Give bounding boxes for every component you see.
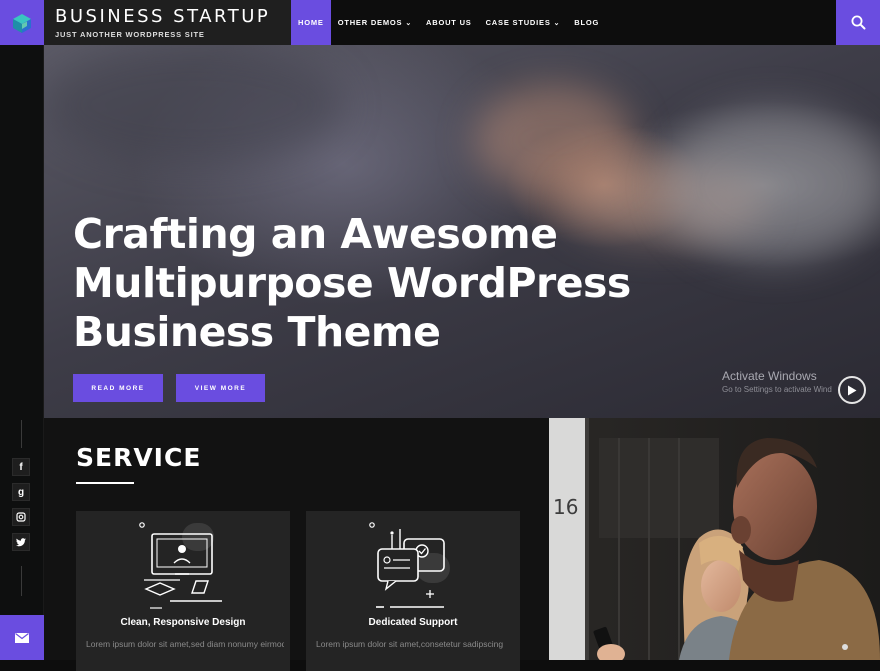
- nav-item-blog[interactable]: BLOG: [567, 0, 606, 45]
- facebook-icon[interactable]: f: [12, 458, 30, 476]
- rail-divider-bottom: [21, 566, 22, 596]
- brand-block[interactable]: BUSINESS STARTUP JUST ANOTHER WORDPRESS …: [44, 0, 291, 45]
- service-card[interactable]: Clean, Responsive Design Lorem ipsum dol…: [76, 511, 290, 671]
- hero-title: Crafting an Awesome Multipurpose WordPre…: [73, 210, 633, 357]
- service-heading: SERVICE: [76, 443, 202, 472]
- view-more-button[interactable]: VIEW MORE: [176, 374, 265, 402]
- left-rail: f g: [0, 0, 44, 660]
- google-plus-icon[interactable]: g: [12, 483, 30, 501]
- hero-title-line: Multipurpose WordPress: [73, 259, 631, 307]
- team-photo: 16: [549, 418, 880, 660]
- heading-underline: [76, 482, 134, 484]
- search-button[interactable]: [836, 0, 880, 45]
- service-card-title: Clean, Responsive Design: [120, 617, 246, 628]
- read-more-button[interactable]: READ MORE: [73, 374, 163, 402]
- mail-button[interactable]: [0, 615, 44, 660]
- chevron-down-icon: ⌄: [405, 19, 413, 27]
- svg-text:16: 16: [553, 495, 578, 519]
- hero-title-line: Crafting an Awesome: [73, 210, 558, 258]
- service-card-text: Lorem ipsum dolor sit amet,consetetur sa…: [316, 639, 504, 649]
- rail-divider-top: [21, 420, 22, 448]
- nav-item-case-studies[interactable]: CASE STUDIES ⌄: [479, 0, 568, 45]
- hero-title-line: Business Theme: [73, 308, 441, 356]
- nav-item-label: HOME: [298, 18, 324, 27]
- nav-item-other-demos[interactable]: OTHER DEMOS ⌄: [331, 0, 419, 45]
- service-card-text: Lorem ipsum dolor sit amet,sed diam nonu…: [86, 639, 284, 649]
- twitter-glyph: [16, 537, 26, 546]
- nav-item-label: CASE STUDIES: [485, 18, 551, 27]
- chat-support-icon: [369, 522, 450, 608]
- twitter-icon[interactable]: [12, 533, 30, 551]
- monitor-icon: [139, 522, 222, 609]
- hero-background-blur: [664, 105, 880, 265]
- nav-item-home[interactable]: HOME: [291, 0, 331, 45]
- site-header: BUSINESS STARTUP JUST ANOTHER WORDPRESS …: [44, 0, 880, 45]
- site-title[interactable]: BUSINESS STARTUP: [55, 6, 291, 27]
- main-nav: HOME OTHER DEMOS ⌄ ABOUT US CASE STUDIES ⌄…: [291, 0, 606, 45]
- instagram-icon[interactable]: [12, 508, 30, 526]
- site-tagline: JUST ANOTHER WORDPRESS SITE: [55, 30, 205, 39]
- play-icon: [848, 385, 857, 395]
- instagram-glyph: [16, 512, 26, 522]
- service-card[interactable]: Dedicated Support Lorem ipsum dolor sit …: [306, 511, 520, 671]
- logo[interactable]: [0, 0, 44, 45]
- team-photo-illustration: 16: [549, 418, 880, 660]
- search-icon: [851, 15, 865, 30]
- nav-item-label: OTHER DEMOS: [337, 18, 403, 27]
- service-card-title: Dedicated Support: [368, 617, 458, 628]
- activate-windows-subtitle: Go to Settings to activate Wind: [722, 385, 832, 394]
- hero-background-blur: [44, 45, 344, 165]
- play-video-button[interactable]: [838, 376, 866, 404]
- hero-banner: Crafting an Awesome Multipurpose WordPre…: [44, 45, 880, 418]
- mail-icon: [15, 632, 29, 643]
- chevron-down-icon: ⌄: [553, 19, 561, 27]
- nav-item-label: ABOUT US: [426, 18, 472, 27]
- service-section: SERVICE Clean, Responsive Design Lorem i…: [44, 418, 549, 671]
- cube-logo-icon: [13, 13, 31, 33]
- activate-windows-title: Activate Windows: [722, 369, 817, 383]
- nav-item-about-us[interactable]: ABOUT US: [419, 0, 479, 45]
- nav-item-label: BLOG: [574, 18, 600, 27]
